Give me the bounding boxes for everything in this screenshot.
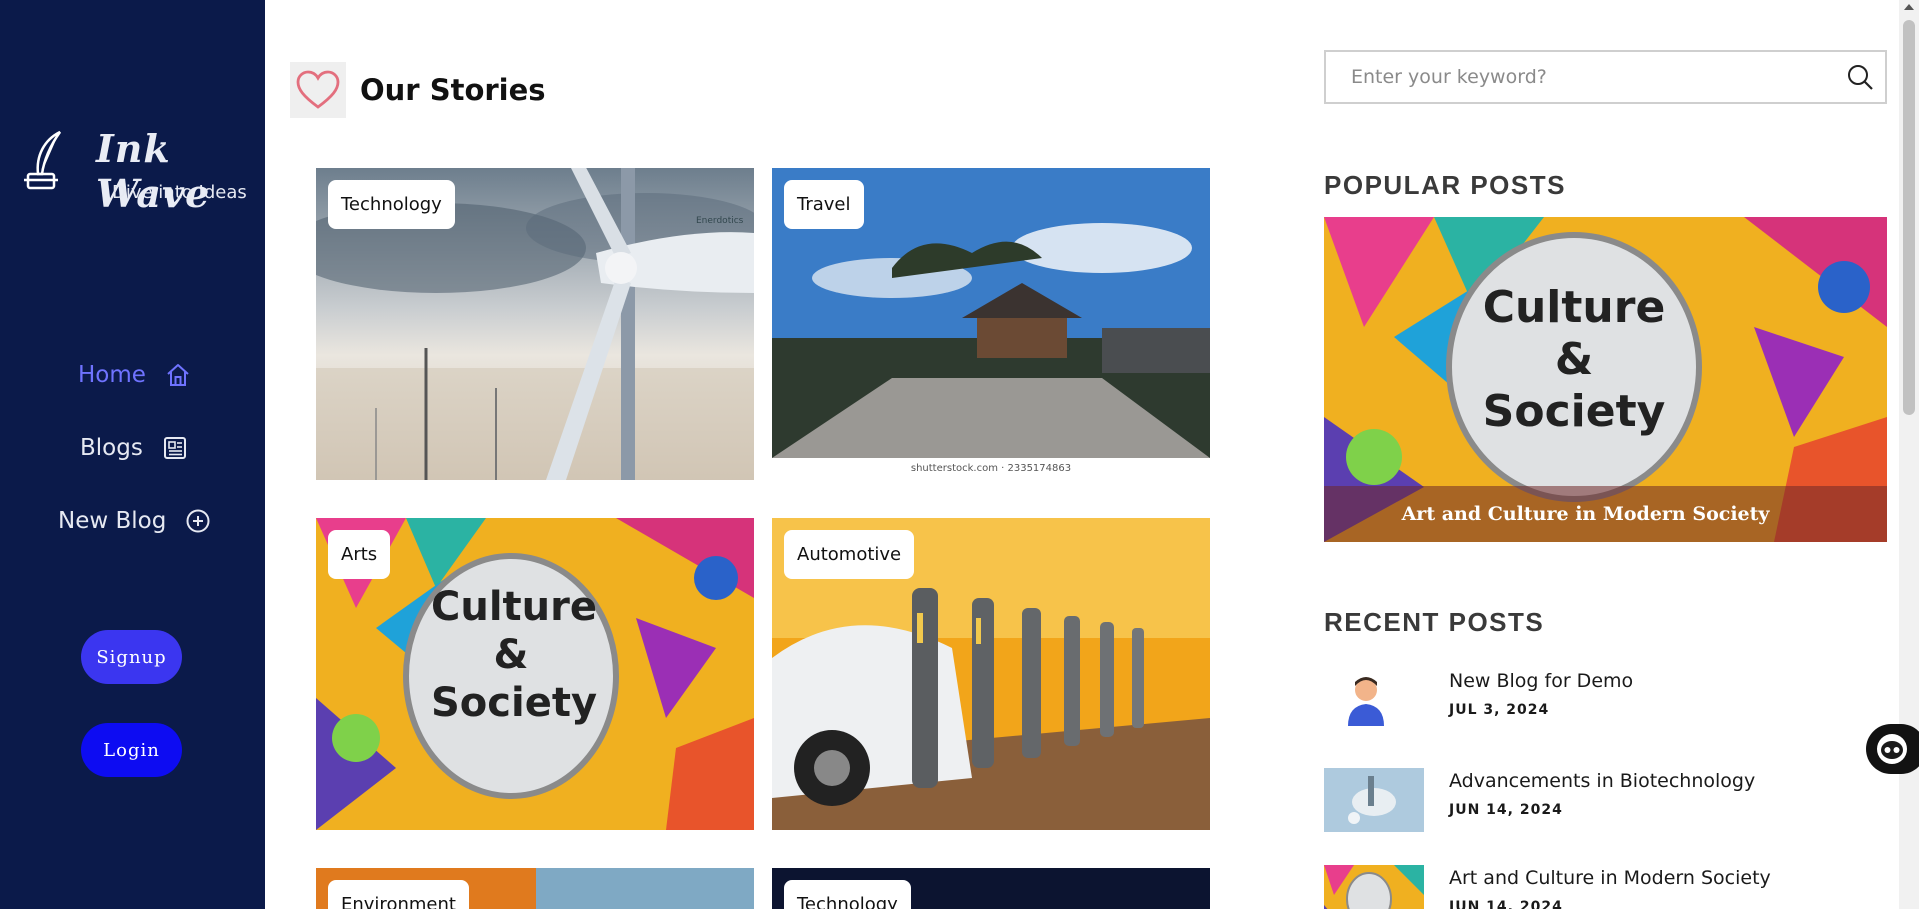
image-caption: Culture & Society — [1474, 282, 1674, 438]
main-content: Our Stories Technology Enerdotics Travel… — [265, 0, 1290, 909]
popular-posts-title: POPULAR POSTS — [1324, 170, 1566, 200]
image-text-line: Society — [431, 680, 598, 726]
heart-icon-box — [290, 62, 346, 118]
chatbot-icon — [1877, 734, 1907, 764]
image-text-line: & — [1554, 334, 1594, 385]
story-card[interactable]: Technology — [772, 868, 1210, 909]
story-card[interactable]: Environment — [316, 868, 754, 909]
recent-post-item[interactable]: Art and Culture in Modern Society JUN 14… — [1324, 865, 1887, 909]
heart-icon — [296, 70, 340, 109]
nav-item-new-blog[interactable]: New Blog — [58, 501, 212, 541]
brand-tagline: Dive into Ideas — [112, 182, 247, 203]
category-tag[interactable]: Technology — [328, 180, 455, 229]
story-card[interactable]: Travel shutterstock.com · 2335174863 — [772, 168, 1210, 480]
recent-post-date: JUL 3, 2024 — [1449, 702, 1550, 718]
category-tag[interactable]: Environment — [328, 880, 469, 909]
image-text-line: Culture — [1482, 282, 1666, 333]
image-text-line: Society — [1482, 386, 1666, 437]
recent-post-thumbnail — [1324, 768, 1424, 832]
plus-circle-icon — [186, 509, 210, 533]
recent-post-title[interactable]: Art and Culture in Modern Society — [1449, 867, 1771, 889]
nav-item-label: Home — [78, 362, 146, 388]
image-caption: shutterstock.com · 2335174863 — [910, 463, 1072, 474]
category-tag[interactable]: Arts — [328, 530, 391, 579]
nav-item-home[interactable]: Home — [78, 355, 192, 395]
left-sidebar: Ink Wave Dive into Ideas Home Blogs New … — [0, 0, 265, 909]
stories-header: Our Stories — [290, 62, 546, 118]
nav-item-blogs[interactable]: Blogs — [80, 428, 189, 468]
recent-posts-title: RECENT POSTS — [1324, 607, 1545, 637]
image-text-line: & — [493, 632, 529, 678]
story-card[interactable]: Automotive — [772, 518, 1210, 830]
category-tag[interactable]: Technology — [784, 880, 911, 909]
recent-post-item[interactable]: Advancements in Biotechnology JUN 14, 20… — [1324, 768, 1887, 834]
biotech-image — [1324, 768, 1424, 832]
avatar-image — [1324, 668, 1424, 732]
recent-post-thumbnail — [1324, 668, 1424, 732]
recent-post-date: JUN 14, 2024 — [1449, 899, 1563, 909]
image-text-line: Culture — [431, 584, 597, 630]
category-tag[interactable]: Automotive — [784, 530, 915, 579]
popular-post-title[interactable]: Art and Culture in Modern Society — [1324, 486, 1887, 542]
brand[interactable]: Ink Wave Dive into Ideas — [18, 126, 258, 216]
right-sidebar: POPULAR POSTS Culture & Society Art a — [1324, 0, 1887, 909]
category-tag[interactable]: Travel — [784, 180, 864, 229]
login-button[interactable]: Login — [81, 723, 182, 777]
story-card[interactable]: Culture & Society Arts — [316, 518, 754, 830]
app-root: Ink Wave Dive into Ideas Home Blogs New … — [0, 0, 1919, 909]
quill-inkpot-icon — [24, 130, 62, 190]
recent-post-date: JUN 14, 2024 — [1449, 802, 1563, 818]
home-icon — [167, 364, 189, 386]
recent-post-title[interactable]: New Blog for Demo — [1449, 670, 1633, 692]
nav-item-label: Blogs — [80, 435, 143, 461]
scrollbar-thumb[interactable] — [1903, 20, 1915, 415]
scroll-up-arrow-icon[interactable] — [1904, 4, 1914, 10]
image-caption: Culture & Society — [431, 583, 598, 727]
search-icon[interactable] — [1845, 62, 1875, 92]
story-card[interactable]: Technology Enerdotics — [316, 168, 754, 480]
culture-society-thumbnail — [1324, 865, 1424, 909]
recent-post-thumbnail — [1324, 865, 1424, 909]
popular-post-card[interactable]: Culture & Society Art and Culture in Mod… — [1324, 217, 1887, 542]
newspaper-icon — [163, 437, 186, 459]
signup-button[interactable]: Signup — [81, 630, 182, 684]
page-title: Our Stories — [360, 73, 546, 107]
nav-item-label: New Blog — [58, 508, 167, 534]
chat-widget-button[interactable] — [1866, 724, 1919, 774]
search-bar — [1324, 50, 1887, 104]
recent-post-title[interactable]: Advancements in Biotechnology — [1449, 770, 1755, 792]
image-watermark: Enerdotics — [696, 216, 744, 226]
recent-post-item[interactable]: New Blog for Demo JUL 3, 2024 — [1324, 668, 1887, 734]
search-input[interactable] — [1326, 52, 1845, 102]
